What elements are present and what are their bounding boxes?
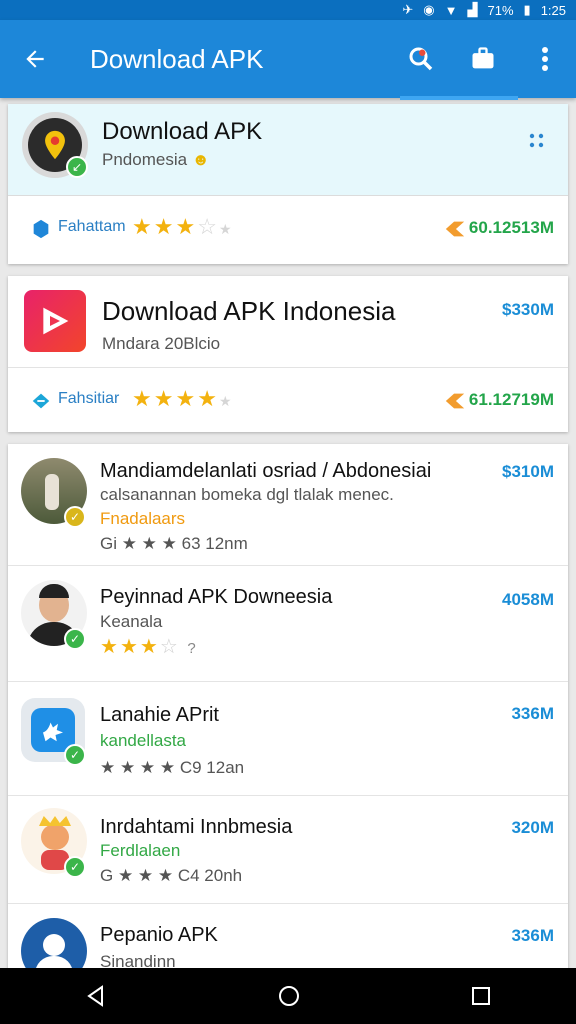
verified-badge-icon: ✓ [64,506,86,528]
back-arrow-icon [26,50,44,68]
app-title: Pepanio APK [100,924,218,946]
sync-icon: ◉ [423,2,435,17]
star-icon: ☆ [159,636,180,658]
wifi-icon: ▼ [444,2,458,18]
page-title: Download APK [90,43,264,74]
emoji-icon: ☻ [191,150,210,169]
app-size: 336M [511,704,554,723]
category-tag: Fahattam [58,218,126,235]
rating-meta: ★ ★ ★ ★ C9 12an [100,758,245,777]
app-size: 320M [511,818,554,837]
app-size: 336M [511,926,554,945]
system-nav-bar [0,968,576,1024]
search-icon [409,47,433,71]
tag-icon [33,219,49,239]
more-vert-icon [542,47,548,71]
list-item[interactable]: ✓ Lanahie APrit kandellasta ★ ★ ★ ★ C9 1… [8,682,568,796]
app-icon [24,290,86,352]
verified-badge-icon: ✓ [64,744,86,766]
star-icon: ★ [153,386,176,411]
featured-card-1[interactable]: ↙ Download APK Pndomesia ☻ Fahattam ★★★☆… [8,104,568,264]
battery-icon: ▮ [523,2,531,17]
app-list: ✓ Mandiamdelanlati osriad / Abdonesiai c… [8,444,568,984]
rating-meta: Gi ★ ★ ★ 63 12nm [100,534,248,553]
overflow-menu-button[interactable] [514,20,576,98]
category-tag: Fahsitiar [58,390,120,407]
star-icon: ★ [153,214,176,239]
recents-nav-icon[interactable] [470,985,492,1007]
star-icon: ★ [218,393,234,409]
battery-level: 71% [487,2,514,18]
app-price: $330M [502,300,554,319]
download-size-icon [445,393,465,409]
back-button[interactable] [0,20,70,98]
star-icon: ★ [132,214,154,239]
star-icon: ☆ [197,214,219,239]
app-title: Inrdahtami Innbmesia [100,816,293,838]
rating-stars: ★★★☆ ? [100,636,198,658]
featured-card-2[interactable]: Download APK Indonesia Mndara 20Blcio $3… [8,276,568,432]
rating-stars: ★★★★★ [132,386,234,412]
star-icon: ★ [218,221,234,237]
home-nav-icon[interactable] [277,984,301,1008]
app-size: 61.12719M [468,390,554,409]
app-size: $310M [502,462,554,481]
star-icon: ★ [197,386,219,411]
app-subtitle: Pndomesia ☻ [102,150,210,169]
star-icon: ★ [175,386,198,411]
app-title: Lanahie APrit [100,704,219,726]
star-icon: ★ [175,214,198,239]
status-bar: ✈ ◉ ▼ ▟ 71% ▮ 1:25 [0,0,576,20]
app-size: 60.12513M [468,218,554,237]
category-tag: kandellasta [100,731,187,750]
verified-badge-icon: ✓ [64,856,86,878]
list-item[interactable]: ✓ Peyinnad APK Downeesia Keanala ★★★☆ ? … [8,566,568,682]
app-title: Mandiamdelanlati osriad / Abdonesiai [100,460,432,482]
download-size-icon [445,221,465,237]
rating-meta: G ★ ★ ★ C4 20nh [100,866,243,885]
app-bar: Download APK [0,20,576,98]
list-item[interactable]: ✓ Mandiamdelanlati osriad / Abdonesiai c… [8,444,568,566]
tab-indicator [400,96,518,100]
app-icon: ↙ [22,112,88,178]
list-item[interactable]: ✓ Inrdahtami Innbmesia Ferdlalaen G ★ ★ … [8,796,568,904]
tag-icon [32,393,50,409]
grid-dots-icon[interactable] [528,132,546,150]
category-tag: Fnadalaars [100,509,186,528]
verified-badge-icon: ↙ [66,156,88,178]
notification-icon: ✈ [402,2,414,17]
downloads-button[interactable] [452,20,514,98]
app-name: Download APK [102,118,263,145]
app-size: 4058M [502,590,554,609]
star-icon: ★ [132,386,154,411]
clock: 1:25 [540,2,566,18]
star-icon: ★ [139,636,160,658]
star-icon: ★ [100,636,120,658]
category-tag: Ferdlalaen [100,841,181,860]
app-name: Download APK Indonesia [102,296,396,326]
signal-icon: ▟ [467,2,478,17]
briefcase-icon [472,47,494,69]
star-icon: ★ [119,636,140,658]
app-title: Peyinnad APK Downeesia [100,586,333,608]
app-subtitle: Mndara 20Blcio [102,334,221,353]
back-nav-icon[interactable] [84,984,108,1008]
app-subtitle: Keanala [100,612,163,631]
rating-stars: ★★★☆★ [132,214,234,240]
app-description: calsanannan bomeka dgl tlalak menec. [100,485,394,504]
search-button[interactable] [390,20,452,98]
verified-badge-icon: ✓ [64,628,86,650]
